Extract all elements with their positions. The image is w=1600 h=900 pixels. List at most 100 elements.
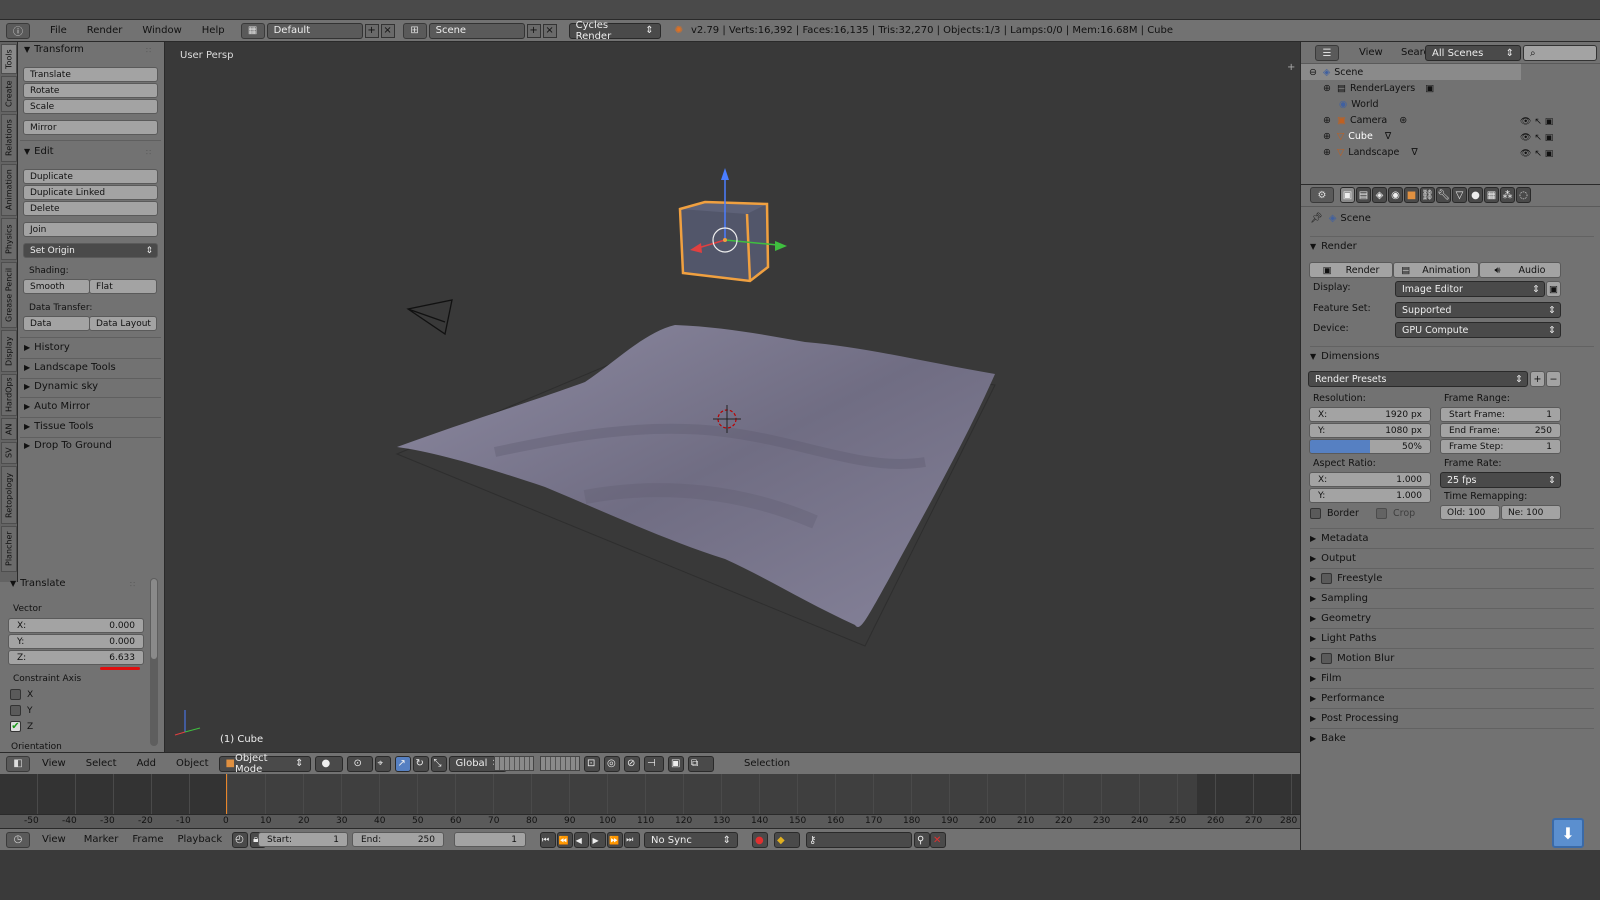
sampling-panel-header[interactable]: ▶ Sampling [1310, 588, 1594, 608]
scene-field[interactable]: Scene [428, 22, 525, 39]
smooth-button[interactable]: Smooth [23, 279, 90, 294]
render-icon[interactable]: ▣ [1545, 117, 1554, 127]
render-engine-select[interactable]: Cycles Render ⇕ [568, 20, 661, 42]
outliner-item-camera[interactable]: ⊕ ▣ Camera ⊛ [1323, 115, 1407, 126]
delete-keyframe-icon[interactable]: ✕ [930, 832, 946, 848]
cursor-icon[interactable]: ↖ [1534, 117, 1542, 127]
outliner-item-renderlayers[interactable]: ⊕ ▤ RenderLayers ▣ [1323, 83, 1434, 94]
tab-display[interactable]: Display [1, 330, 17, 372]
drop-to-ground-panel-header[interactable]: ▶ Drop To Ground [24, 440, 112, 451]
drag-grip-icon[interactable]: ∷ [146, 46, 151, 55]
delete-button[interactable]: Delete [23, 201, 158, 216]
expand-icon[interactable]: ⊕ [1323, 115, 1331, 126]
render-tab-icon[interactable]: ▣ [1340, 187, 1355, 203]
scale-button[interactable]: Scale [23, 99, 158, 114]
menu-frame[interactable]: Frame [132, 834, 163, 845]
tab-plancher[interactable]: Plancher [1, 526, 17, 572]
pivot-select[interactable]: ⊙ [346, 755, 373, 772]
manipulator-toggle[interactable]: ⌖ [374, 755, 391, 772]
metadata-panel-header[interactable]: ▶ Metadata [1310, 528, 1594, 548]
tissue-tools-panel-header[interactable]: ▶ Tissue Tools [24, 421, 93, 432]
outliner-menu-view[interactable]: View [1359, 47, 1383, 58]
frame-rate-select[interactable]: 25 fps ⇕ [1440, 472, 1561, 488]
outliner-editor-type-icon[interactable]: ☰ [1315, 45, 1339, 61]
dimensions-panel-header[interactable]: ▼ Dimensions [1310, 346, 1594, 366]
jump-start-icon[interactable]: ⏮ [540, 832, 556, 848]
tab-an[interactable]: AN [1, 418, 17, 440]
current-frame-field[interactable]: 1 [454, 832, 526, 847]
set-origin-select[interactable]: Set Origin ⇕ [23, 243, 158, 258]
data-tab-icon[interactable]: ▽ [1452, 187, 1467, 203]
timeline-area[interactable] [0, 774, 1300, 814]
tab-grease-pencil[interactable]: Grease Pencil [1, 262, 17, 328]
vector-y-field[interactable]: Y: 0.000 [8, 634, 144, 649]
keying-set-icon[interactable]: ◆ [774, 832, 800, 848]
rotate-manip-icon[interactable]: ↻ [412, 755, 429, 772]
output-panel-header[interactable]: ▶ Output [1310, 548, 1594, 568]
camera-object[interactable] [406, 299, 453, 336]
outliner-item-scene[interactable]: ⊖ ◈ Scene [1309, 67, 1363, 78]
duplicate-linked-button[interactable]: Duplicate Linked [23, 185, 158, 200]
auto-mirror-panel-header[interactable]: ▶ Auto Mirror [24, 401, 90, 412]
motion-blur-checkbox[interactable] [1321, 653, 1333, 664]
add-preset-icon[interactable]: + [1530, 371, 1545, 387]
duplicate-button[interactable]: Duplicate [23, 169, 158, 184]
jump-keyframe-back-icon[interactable]: ⏪ [556, 832, 573, 848]
layout-field[interactable]: Default [266, 22, 363, 39]
eye-icon[interactable]: 👁︎ [1520, 133, 1531, 143]
menu-add[interactable]: Add [137, 758, 156, 769]
tab-animation[interactable]: Animation [1, 164, 17, 216]
menu-marker[interactable]: Marker [84, 834, 119, 845]
expand-icon[interactable]: ⊕ [1323, 83, 1331, 94]
info-editor-type-icon[interactable]: ⓘ [6, 22, 30, 39]
proportional-edit-icon[interactable]: ◎ [604, 755, 620, 772]
menu-playback[interactable]: Playback [177, 834, 222, 845]
3d-viewport[interactable]: User Persp + (1) Cube [165, 42, 1300, 768]
tab-create[interactable]: Create [1, 76, 17, 112]
jump-keyframe-forward-icon[interactable]: ⏩ [607, 832, 624, 848]
translate-operator-header[interactable]: ▼ Translate [10, 578, 66, 589]
layout-add-icon[interactable]: + [364, 23, 379, 38]
geometry-panel-header[interactable]: ▶ Geometry [1310, 608, 1594, 628]
vector-z-field[interactable]: Z: 6.633 [8, 650, 144, 665]
data-button[interactable]: Data [23, 316, 90, 331]
outliner-item-landscape[interactable]: ⊕ ▽ Landscape ∇ [1323, 147, 1418, 158]
feature-set-select[interactable]: Supported ⇕ [1395, 302, 1561, 318]
axis-y-checkbox[interactable] [10, 705, 21, 716]
scene-tab-icon[interactable]: ◈ [1372, 187, 1387, 203]
display-mode-select[interactable]: All Scenes ⇕ [1425, 45, 1521, 61]
render-layers-tab-icon[interactable]: ▤ [1356, 187, 1371, 203]
mirror-button[interactable]: Mirror [23, 120, 158, 135]
snap-icon[interactable]: ⊘ [624, 755, 640, 772]
axis-z-checkbox[interactable]: ✔ [10, 721, 21, 732]
menu-file[interactable]: File [40, 25, 77, 36]
material-tab-icon[interactable]: ● [1468, 187, 1483, 203]
outliner-search-input[interactable]: ⌕ [1523, 45, 1597, 61]
start-frame-field[interactable]: Start: 1 [258, 832, 348, 847]
record-icon[interactable]: ● [752, 832, 768, 848]
aspect-x-field[interactable]: X: 1.000 [1309, 472, 1431, 487]
expand-icon[interactable]: ⊖ [1309, 67, 1317, 78]
download-arrow-icon[interactable]: ⬇ [1552, 818, 1584, 848]
scene-icon[interactable]: ⊞ [402, 22, 427, 39]
cursor-icon[interactable]: ↖ [1534, 149, 1542, 159]
vector-x-field[interactable]: X: 0.000 [8, 618, 144, 633]
world-tab-icon[interactable]: ◉ [1388, 187, 1403, 203]
expand-icon[interactable]: ⊕ [1323, 147, 1331, 158]
resolution-x-field[interactable]: X: 1920 px [1309, 407, 1431, 422]
freestyle-checkbox[interactable] [1321, 573, 1333, 584]
time-old-field[interactable]: Old: 100 [1440, 505, 1500, 520]
landscape-mesh[interactable] [397, 325, 995, 628]
layout-close-icon[interactable]: × [380, 23, 395, 38]
mode-select[interactable]: ■ Object Mode ⇕ [218, 753, 311, 775]
layout-icon[interactable]: ▦ [240, 22, 265, 39]
post-processing-panel-header[interactable]: ▶ Post Processing [1310, 708, 1594, 728]
tab-retopology[interactable]: Retopology [1, 466, 17, 524]
pin-icon[interactable]: 📌︎ [1310, 213, 1323, 224]
modifiers-tab-icon[interactable]: 🔧︎ [1436, 187, 1451, 203]
drag-grip-icon[interactable]: ∷ [146, 148, 151, 157]
gizmo-y-arrow[interactable] [775, 241, 787, 251]
axis-x-checkbox[interactable] [10, 689, 21, 700]
render-preview-icon[interactable]: ▣ [668, 755, 684, 772]
remove-preset-icon[interactable]: − [1546, 371, 1561, 387]
